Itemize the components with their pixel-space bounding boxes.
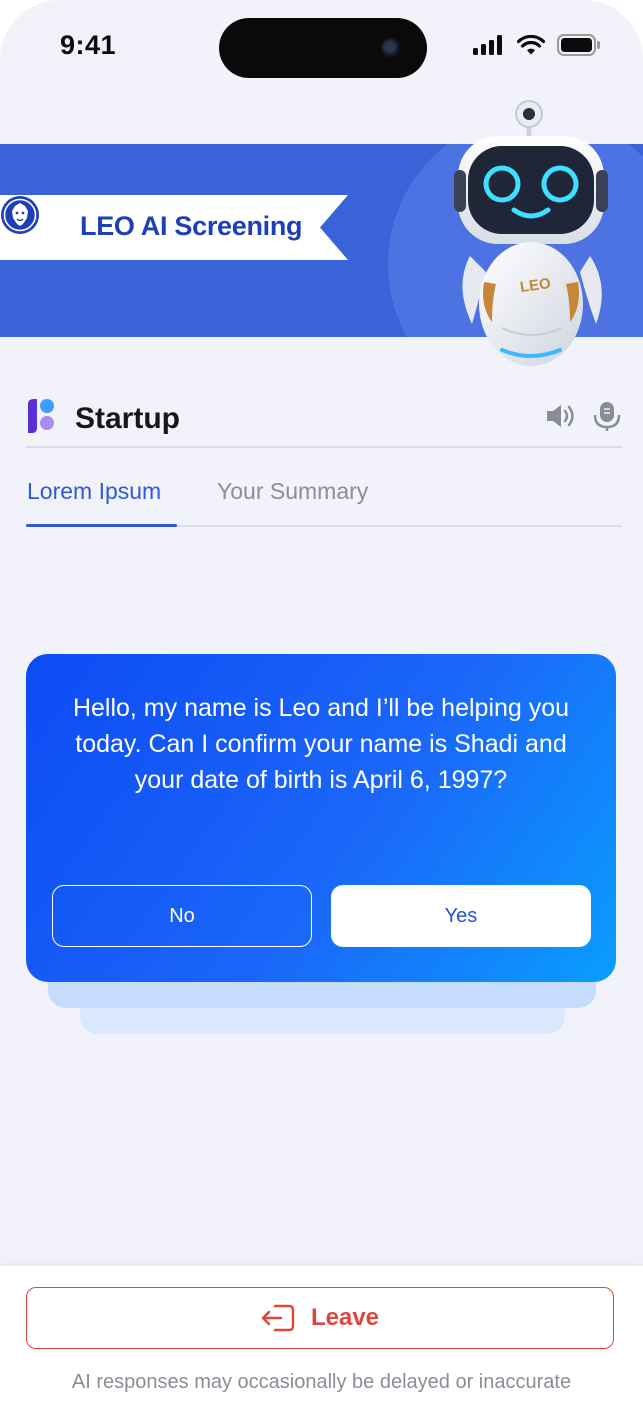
yes-button[interactable]: Yes <box>331 885 591 947</box>
status-icons <box>473 34 601 56</box>
speaker-icon[interactable] <box>545 402 577 430</box>
disclaimer-text: AI responses may occasionally be delayed… <box>71 1371 572 1393</box>
message-card: Hello, my name is Leo and I’ll be helpin… <box>26 654 616 982</box>
phone-screen: 9:41 LEO AI Screening LEO Startup Lorem … <box>0 0 643 1421</box>
dynamic-island <box>219 18 427 78</box>
tab-lorem-ipsum[interactable]: Lorem Ipsum <box>27 478 161 505</box>
section-title: Startup <box>75 402 180 435</box>
leave-label: Leave <box>310 1304 380 1331</box>
leo-robot-mascot: LEO <box>454 100 608 366</box>
tab-your-summary[interactable]: Your Summary <box>217 478 368 505</box>
camera-icon <box>381 38 401 58</box>
cellular-signal-icon <box>473 35 502 55</box>
no-button[interactable]: No <box>52 885 312 947</box>
footer: Leave AI responses may occasionally be d… <box>0 1266 643 1421</box>
wifi-icon <box>517 35 545 55</box>
message-text: Hello, my name is Leo and I’ll be helpin… <box>72 694 570 794</box>
app-logo-icon <box>28 399 54 433</box>
page-title: LEO AI Screening <box>80 211 303 241</box>
active-tab-indicator <box>26 524 177 527</box>
leave-button[interactable]: Leave <box>26 1287 614 1349</box>
title-ribbon: LEO AI Screening <box>0 195 348 260</box>
lion-logo-icon <box>1 196 39 234</box>
leave-icon <box>261 1304 295 1332</box>
battery-icon <box>557 34 600 56</box>
section-divider <box>26 446 622 448</box>
microphone-icon[interactable] <box>592 400 622 432</box>
status-time: 9:41 <box>60 30 117 60</box>
